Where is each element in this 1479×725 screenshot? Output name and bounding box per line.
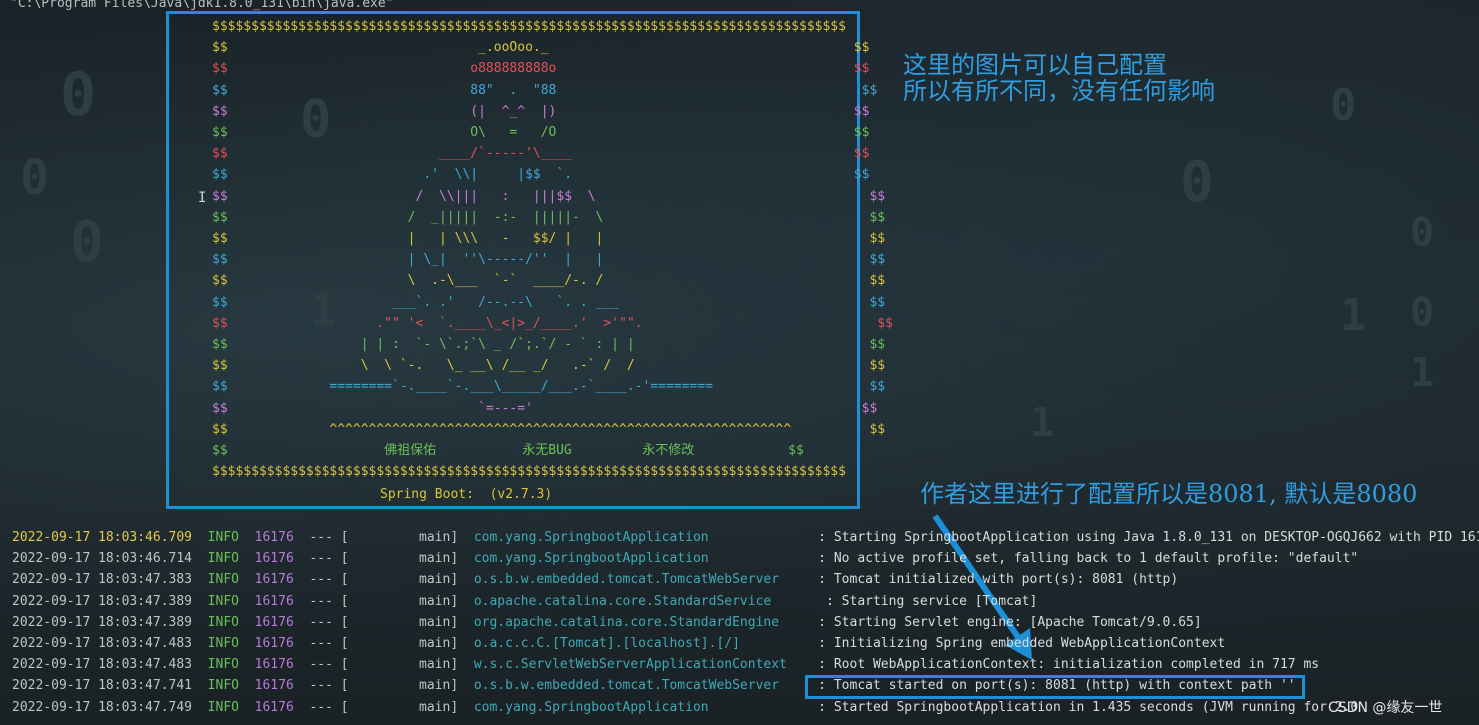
log-thread: main] bbox=[348, 636, 459, 651]
log-logger: o.a.c.c.C.[Tomcat].[localhost].[/] bbox=[473, 636, 811, 651]
log-message: : Starting Servlet engine: [Apache Tomca… bbox=[810, 614, 1202, 630]
log-pid: 16176 bbox=[254, 593, 294, 609]
log-pid: 16176 bbox=[254, 699, 294, 715]
log-separator: --- [ bbox=[309, 572, 349, 588]
log-thread: main] bbox=[348, 657, 459, 673]
log-line: 2022-09-17 18:03:47.749 INFO 16176 --- [… bbox=[12, 700, 1358, 716]
log-logger: w.s.c.ServletWebServerApplicationContext bbox=[473, 657, 811, 673]
log-line: 2022-09-17 18:03:47.483 INFO 16176 --- [… bbox=[12, 657, 1319, 673]
log-level: INFO bbox=[207, 614, 239, 630]
log-message: : Starting service [Tomcat] bbox=[818, 593, 1038, 609]
log-pid: 16176 bbox=[254, 636, 294, 651]
log-timestamp: 2022-09-17 18:03:47.389 bbox=[12, 593, 193, 609]
log-line: 2022-09-17 18:03:47.389 INFO 16176 --- [… bbox=[12, 594, 1037, 610]
log-timestamp: 2022-09-17 18:03:47.483 bbox=[12, 636, 193, 651]
log-timestamp: 2022-09-17 18:03:46.714 bbox=[12, 551, 193, 567]
log-thread: main] bbox=[348, 678, 459, 694]
log-line: 2022-09-17 18:03:47.383 INFO 16176 --- [… bbox=[12, 572, 1178, 588]
log-timestamp: 2022-09-17 18:03:47.749 bbox=[12, 699, 193, 715]
log-level: INFO bbox=[207, 530, 239, 545]
log-pid: 16176 bbox=[254, 678, 294, 694]
log-logger: com.yang.SpringbootApplication bbox=[473, 530, 811, 545]
log-level: INFO bbox=[207, 657, 239, 673]
text-cursor-icon: I bbox=[198, 190, 207, 206]
log-separator: --- [ bbox=[309, 636, 349, 651]
watermark: CSDN @缘友一世 bbox=[1328, 700, 1443, 716]
log-line: 2022-09-17 18:03:47.483 INFO 16176 --- [… bbox=[12, 636, 1225, 652]
log-thread: main] bbox=[348, 572, 459, 588]
log-thread: main] bbox=[348, 614, 459, 630]
log-level: INFO bbox=[207, 593, 239, 609]
log-separator: --- [ bbox=[309, 657, 349, 673]
log-logger: o.s.b.w.embedded.tomcat.TomcatWebServer bbox=[473, 678, 811, 694]
log-level: INFO bbox=[207, 699, 239, 715]
log-logger: o.s.b.w.embedded.tomcat.TomcatWebServer bbox=[473, 572, 811, 588]
log-pid: 16176 bbox=[254, 657, 294, 673]
log-separator: --- [ bbox=[309, 593, 349, 609]
log-message: : Started SpringbootApplication in 1.435… bbox=[810, 699, 1359, 715]
log-separator: --- [ bbox=[309, 678, 349, 694]
log-message: : Starting SpringbootApplication using J… bbox=[810, 530, 1479, 545]
log-pid: 16176 bbox=[254, 530, 294, 545]
log-timestamp: 2022-09-17 18:03:46.709 bbox=[12, 530, 193, 545]
log-pid: 16176 bbox=[254, 551, 294, 567]
log-pid: 16176 bbox=[254, 572, 294, 588]
log-thread: main] bbox=[348, 593, 459, 609]
log-line: 2022-09-17 18:03:46.709 INFO 16176 --- [… bbox=[12, 530, 1479, 546]
log-line: 2022-09-17 18:03:47.389 INFO 16176 --- [… bbox=[12, 615, 1202, 631]
log-message: : No active profile set, falling back to… bbox=[810, 551, 1359, 567]
log-logger: com.yang.SpringbootApplication bbox=[473, 551, 811, 567]
log-level: INFO bbox=[207, 636, 239, 651]
log-level: INFO bbox=[207, 678, 239, 694]
log-message: : Initializing Spring embedded WebApplic… bbox=[810, 636, 1226, 651]
log-timestamp: 2022-09-17 18:03:47.383 bbox=[12, 572, 193, 588]
log-separator: --- [ bbox=[309, 614, 349, 630]
log-timestamp: 2022-09-17 18:03:47.483 bbox=[12, 657, 193, 673]
log-message: : Root WebApplicationContext: initializa… bbox=[810, 657, 1320, 673]
log-message: : Tomcat initialized with port(s): 8081 … bbox=[810, 572, 1179, 588]
log-thread: main] bbox=[348, 699, 459, 715]
log-pid: 16176 bbox=[254, 614, 294, 630]
log-timestamp: 2022-09-17 18:03:47.741 bbox=[12, 678, 193, 694]
log-timestamp: 2022-09-17 18:03:47.389 bbox=[12, 614, 193, 630]
log-separator: --- [ bbox=[309, 699, 349, 715]
log-level: INFO bbox=[207, 551, 239, 567]
log-separator: --- [ bbox=[309, 551, 349, 567]
port-highlight-box bbox=[805, 675, 1305, 699]
log-thread: main] bbox=[348, 551, 459, 567]
log-logger: o.apache.catalina.core.StandardService bbox=[473, 593, 819, 609]
log-logger: com.yang.SpringbootApplication bbox=[473, 699, 811, 715]
log-level: INFO bbox=[207, 572, 239, 588]
log-line: 2022-09-17 18:03:46.714 INFO 16176 --- [… bbox=[12, 551, 1358, 567]
log-thread: main] bbox=[348, 530, 459, 545]
log-separator: --- [ bbox=[309, 530, 349, 545]
log-logger: org.apache.catalina.core.StandardEngine bbox=[473, 614, 811, 630]
